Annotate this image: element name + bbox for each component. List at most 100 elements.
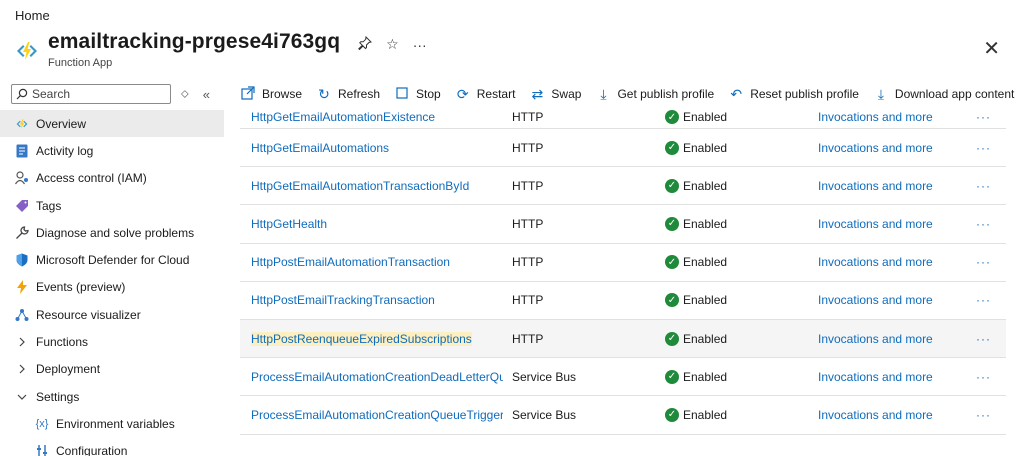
sidebar-item-configuration[interactable]: Configuration xyxy=(0,438,224,456)
status-badge: ✓ Enabled xyxy=(665,216,727,231)
lightning-icon xyxy=(14,279,30,295)
browse-button[interactable]: Browse xyxy=(240,85,302,103)
invocations-link[interactable]: Invocations and more xyxy=(818,293,933,307)
check-circle-icon: ✓ xyxy=(665,293,679,308)
more-icon[interactable]: ··· xyxy=(413,37,427,53)
chevron-right-icon xyxy=(14,334,30,350)
function-name-link[interactable]: HttpPostEmailAutomationTransaction xyxy=(251,255,503,269)
function-name-link[interactable]: ProcessEmailAutomationCreationDeadLetter… xyxy=(251,370,503,384)
function-name-link[interactable]: HttpPostReenqueueExpiredSubscriptions xyxy=(251,331,503,346)
trigger-type: HTTP xyxy=(512,255,544,270)
function-app-icon xyxy=(14,38,40,64)
row-more-icon[interactable]: ··· xyxy=(976,255,991,269)
table-row: HttpPostReenqueueExpiredSubscriptions HT… xyxy=(240,319,1006,359)
invocations-link[interactable]: Invocations and more xyxy=(818,179,933,193)
row-more-icon[interactable]: ··· xyxy=(976,141,991,155)
stop-button[interactable]: Stop xyxy=(394,86,441,102)
refresh-icon: ↻ xyxy=(318,85,330,102)
activity-log-icon xyxy=(14,143,30,159)
search-field[interactable] xyxy=(11,84,171,104)
invocations-link[interactable]: Invocations and more xyxy=(818,217,933,231)
wrench-icon xyxy=(14,225,30,241)
sidebar-item-events[interactable]: Events (preview) xyxy=(0,274,224,301)
get-publish-profile-button[interactable]: ⤓ Get publish profile xyxy=(595,86,714,103)
iam-icon xyxy=(14,170,30,186)
function-name-link[interactable]: HttpGetEmailAutomationTransactionById xyxy=(251,179,503,193)
check-circle-icon: ✓ xyxy=(665,255,679,270)
chevron-down-icon xyxy=(14,389,30,405)
functions-table: HttpGetEmailAutomationExistence HTTP ✓ En… xyxy=(240,106,1006,435)
status-badge: ✓ Enabled xyxy=(665,140,727,155)
row-more-icon[interactable]: ··· xyxy=(976,110,991,124)
sidebar-item-label: Diagnose and solve problems xyxy=(36,225,195,240)
sort-icon[interactable]: ⬦ xyxy=(181,88,189,101)
star-icon[interactable]: ☆ xyxy=(386,36,399,53)
restart-button[interactable]: ⟳ Restart xyxy=(455,86,516,103)
row-more-icon[interactable]: ··· xyxy=(976,408,991,422)
invocations-link[interactable]: Invocations and more xyxy=(818,141,933,155)
row-more-icon[interactable]: ··· xyxy=(976,370,991,384)
table-row: HttpPostEmailTrackingTransaction HTTP ✓ E… xyxy=(240,282,1006,320)
function-name-link[interactable]: ProcessEmailAutomationCreationQueueTrigg… xyxy=(251,408,503,422)
check-circle-icon: ✓ xyxy=(665,369,679,384)
function-name-link[interactable]: HttpGetHealth xyxy=(251,217,503,231)
refresh-button[interactable]: ↻ Refresh xyxy=(316,86,380,103)
download-app-content-button[interactable]: ⤓ Download app content xyxy=(873,86,1015,103)
row-more-icon[interactable]: ··· xyxy=(976,179,991,193)
visualizer-icon xyxy=(14,307,30,323)
tag-icon xyxy=(14,198,30,214)
trigger-type: HTTP xyxy=(512,140,544,155)
invocations-link[interactable]: Invocations and more xyxy=(818,332,933,346)
table-row: HttpGetEmailAutomationTransactionById HT… xyxy=(240,167,1006,206)
sidebar-item-functions[interactable]: Functions xyxy=(0,328,224,355)
invocations-link[interactable]: Invocations and more xyxy=(818,110,933,124)
invocations-link[interactable]: Invocations and more xyxy=(818,408,933,422)
pin-icon[interactable] xyxy=(358,35,373,53)
search-input[interactable] xyxy=(32,87,162,101)
row-more-icon[interactable]: ··· xyxy=(976,332,991,346)
sidebar-item-access-control[interactable]: Access control (IAM) xyxy=(0,165,224,192)
sidebar-item-diagnose[interactable]: Diagnose and solve problems xyxy=(0,219,224,246)
swap-button[interactable]: ⇄ Swap xyxy=(529,86,582,103)
table-row: ProcessEmailAutomationCreationQueueTrigg… xyxy=(240,396,1006,435)
invocations-link[interactable]: Invocations and more xyxy=(818,370,933,384)
sidebar-item-label: Deployment xyxy=(36,362,101,377)
invocations-link[interactable]: Invocations and more xyxy=(818,255,933,269)
check-circle-icon: ✓ xyxy=(665,407,679,422)
sidebar-nav: Overview Activity log Access control (IA… xyxy=(0,110,224,456)
shield-icon xyxy=(14,252,30,268)
function-name-link[interactable]: HttpGetEmailAutomations xyxy=(251,141,503,155)
check-circle-icon: ✓ xyxy=(665,140,679,155)
sidebar-item-environment-variables[interactable]: {x} Environment variables xyxy=(0,410,224,437)
page-subtitle: Function App xyxy=(48,57,113,69)
sidebar-item-deployment[interactable]: Deployment xyxy=(0,356,224,383)
sidebar-item-defender[interactable]: Microsoft Defender for Cloud xyxy=(0,246,224,273)
sidebar-item-resource-visualizer[interactable]: Resource visualizer xyxy=(0,301,224,328)
close-icon[interactable]: ✕ xyxy=(983,36,1000,61)
sidebar-item-activity-log[interactable]: Activity log xyxy=(0,137,224,164)
sidebar-item-overview[interactable]: Overview xyxy=(0,110,224,138)
sidebar-item-label: Functions xyxy=(36,335,89,350)
sidebar-item-label: Settings xyxy=(36,389,80,404)
configuration-icon xyxy=(34,443,50,456)
reset-publish-profile-button[interactable]: ↶ Reset publish profile xyxy=(728,86,859,103)
sidebar-item-label: Microsoft Defender for Cloud xyxy=(36,253,190,268)
status-badge: ✓ Enabled xyxy=(665,331,727,346)
sidebar-item-settings[interactable]: Settings xyxy=(0,383,224,410)
row-more-icon[interactable]: ··· xyxy=(976,217,991,231)
function-name-link[interactable]: HttpGetEmailAutomationExistence xyxy=(251,110,503,124)
sidebar-item-label: Access control (IAM) xyxy=(36,171,147,186)
sidebar-item-label: Activity log xyxy=(36,143,94,158)
collapse-sidebar-icon[interactable]: « xyxy=(203,87,210,102)
search-icon xyxy=(16,88,28,100)
row-more-icon[interactable]: ··· xyxy=(976,293,991,307)
trigger-type: Service Bus xyxy=(512,407,577,422)
breadcrumb[interactable]: Home xyxy=(15,8,50,23)
status-badge: ✓ Enabled xyxy=(665,255,727,270)
sidebar-item-label: Overview xyxy=(36,116,87,131)
sidebar-item-label: Events (preview) xyxy=(36,280,126,295)
status-badge: ✓ Enabled xyxy=(665,110,727,124)
sidebar-item-tags[interactable]: Tags xyxy=(0,192,224,219)
function-name-link[interactable]: HttpPostEmailTrackingTransaction xyxy=(251,293,503,307)
page-title: emailtracking-prgese4i763gq xyxy=(48,30,341,53)
